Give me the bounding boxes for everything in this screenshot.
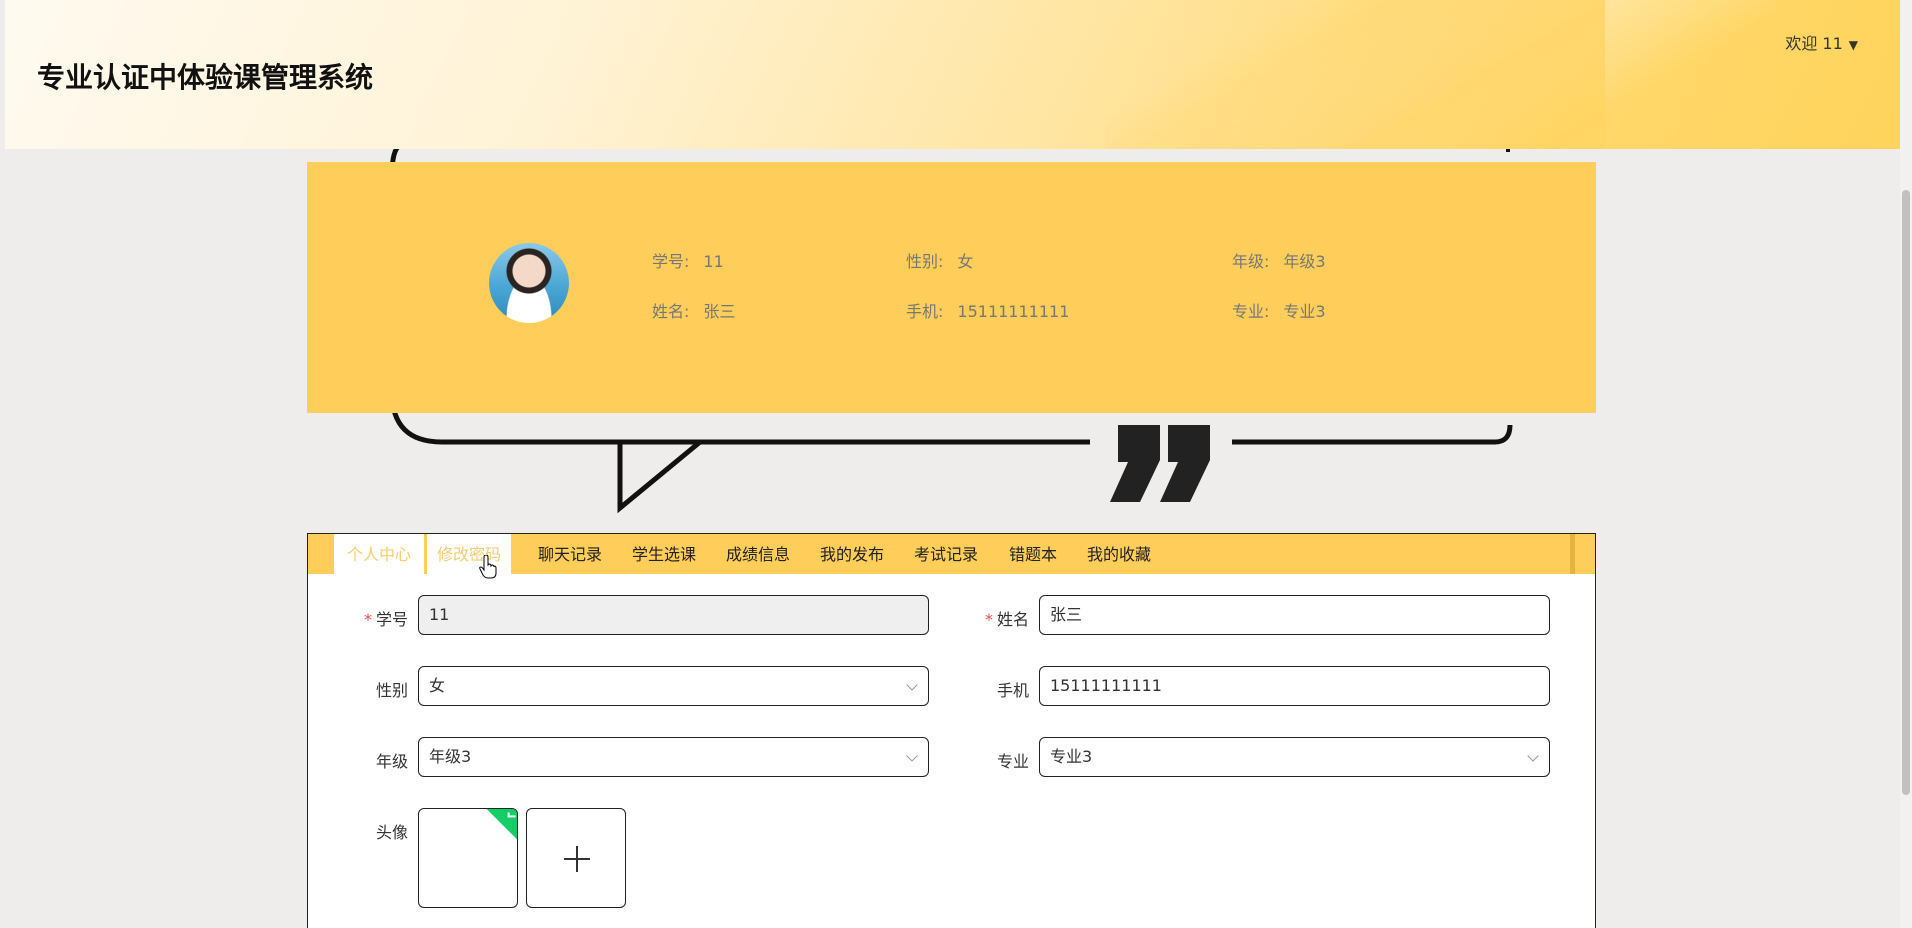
grade-label: 年级 xyxy=(375,752,408,771)
tab-bar: 个人中心 修改密码 聊天记录 学生选课 成绩信息 我的发布 考试记录 错题本 我… xyxy=(308,534,1595,574)
info-value: 11 xyxy=(703,252,724,271)
tab-my-posts[interactable]: 我的发布 xyxy=(810,534,894,574)
top-header: 专业认证中体验课管理系统 欢迎 11 ▼ xyxy=(5,0,1900,149)
major-select[interactable]: 专业3 xyxy=(1039,737,1550,777)
tabbar-end-marker xyxy=(1570,534,1575,574)
caret-down-icon: ▼ xyxy=(1848,38,1858,52)
phone-label: 手机 xyxy=(996,681,1029,700)
major-selected-value: 专业3 xyxy=(1050,747,1093,766)
avatar-label: 头像 xyxy=(375,823,408,842)
info-label: 专业: xyxy=(1232,302,1270,321)
profile-banner: 学号: 11 姓名: 张三 性别: 女 手机: 15111111111 年级: 年级3 专… xyxy=(307,162,1596,413)
tab-grades[interactable]: 成绩信息 xyxy=(716,534,800,574)
scrollbar-thumb[interactable] xyxy=(1902,190,1910,795)
info-value: 张三 xyxy=(703,302,736,321)
tab-course-selection[interactable]: 学生选课 xyxy=(622,534,706,574)
gender-label: 性别 xyxy=(375,681,408,700)
label-text: 姓名 xyxy=(996,610,1029,629)
info-label: 年级: xyxy=(1232,252,1270,271)
info-value: 年级3 xyxy=(1283,252,1326,271)
chevron-down-icon xyxy=(906,750,918,762)
tab-personal-center[interactable]: 个人中心 xyxy=(334,534,424,574)
info-grade: 年级: 年级3 xyxy=(1232,248,1326,272)
gender-select[interactable]: 女 xyxy=(418,666,929,706)
info-gender: 性别: 女 xyxy=(906,248,973,272)
required-mark: * xyxy=(984,610,993,629)
chevron-down-icon xyxy=(1527,750,1539,762)
grade-selected-value: 年级3 xyxy=(429,747,472,766)
phone-field[interactable]: 15111111111 xyxy=(1039,666,1550,706)
info-label: 性别: xyxy=(906,252,944,271)
profile-form-card: 个人中心 修改密码 聊天记录 学生选课 成绩信息 我的发布 考试记录 错题本 我… xyxy=(307,533,1596,928)
required-mark: * xyxy=(363,610,372,629)
tab-wrong-questions[interactable]: 错题本 xyxy=(998,534,1068,574)
site-title: 专业认证中体验课管理系统 xyxy=(37,61,374,94)
student-no-label: * 学号 xyxy=(328,606,408,630)
info-name: 姓名: 张三 xyxy=(652,298,735,322)
info-student-no: 学号: 11 xyxy=(652,248,724,272)
grade-select[interactable]: 年级3 xyxy=(418,737,929,777)
page: 专业认证中体验课管理系统 欢迎 11 ▼ 学号: 11 姓名: 张三 性别: 女 手机:… xyxy=(0,0,1912,928)
info-phone: 手机: 15111111111 xyxy=(906,298,1069,322)
label-text: 学号 xyxy=(375,610,408,629)
name-field[interactable]: 张三 xyxy=(1039,595,1550,635)
name-label: * 姓名 xyxy=(949,606,1029,630)
info-value: 专业3 xyxy=(1283,302,1326,321)
gender-selected-value: 女 xyxy=(429,676,446,695)
info-label: 手机: xyxy=(906,302,944,321)
major-label: 专业 xyxy=(996,752,1029,771)
avatar-upload-button[interactable] xyxy=(526,808,626,908)
info-value: 女 xyxy=(957,252,974,271)
info-label: 姓名: xyxy=(652,302,690,321)
tab-favorites[interactable]: 我的收藏 xyxy=(1077,534,1161,574)
check-badge-icon xyxy=(486,809,517,842)
info-value: 15111111111 xyxy=(957,302,1070,321)
tab-exam-records[interactable]: 考试记录 xyxy=(904,534,988,574)
quote-mark-icon xyxy=(1110,425,1210,502)
user-menu[interactable]: 欢迎 11 ▼ xyxy=(1785,30,1858,54)
hand-cursor-icon xyxy=(479,555,497,579)
tab-chat-records[interactable]: 聊天记录 xyxy=(528,534,612,574)
uploaded-avatar-thumbnail[interactable] xyxy=(418,808,518,908)
info-label: 学号: xyxy=(652,252,690,271)
avatar xyxy=(489,243,569,323)
chevron-down-icon xyxy=(906,679,918,691)
info-major: 专业: 专业3 xyxy=(1232,298,1326,322)
tab-change-password[interactable]: 修改密码 xyxy=(427,534,511,574)
student-no-field[interactable]: 11 xyxy=(418,595,929,635)
welcome-text: 欢迎 11 xyxy=(1785,34,1843,53)
